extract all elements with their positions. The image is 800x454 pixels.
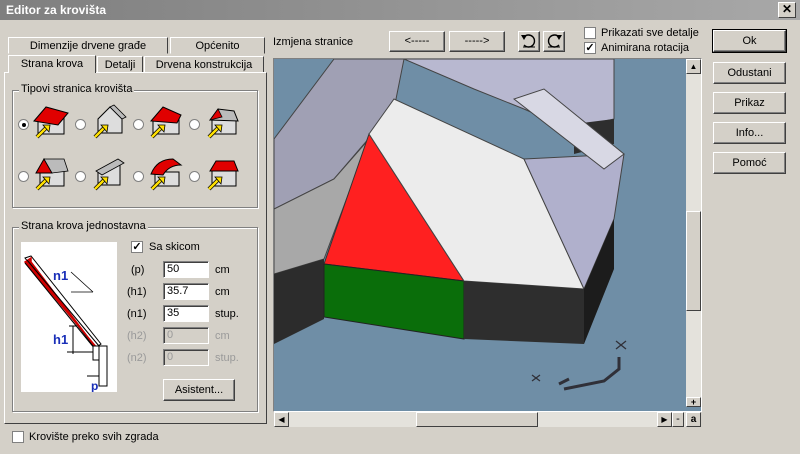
scroll-up-icon[interactable]: ▲ (686, 59, 701, 74)
sketch-label-h1: h1 (53, 332, 68, 347)
param-h1-unit: cm (215, 286, 230, 298)
roof-3d-view[interactable] (273, 58, 702, 412)
gable-end-wall-icon[interactable] (90, 103, 128, 139)
shed-side-icon[interactable] (90, 155, 128, 191)
prev-page-button[interactable]: <----- (389, 31, 445, 52)
roof-type-radio-6[interactable] (75, 171, 86, 182)
tab-label: Strana krova (20, 58, 84, 70)
param-p-field[interactable]: 50 (163, 261, 209, 278)
tab-detalji[interactable]: Detalji (97, 56, 143, 73)
param-n1-label: (n1) (127, 308, 147, 320)
roof-type-radio-4[interactable] (189, 119, 200, 130)
tab-label: Dimenzije drvene građe (29, 40, 147, 52)
roof-type-radio-8[interactable] (189, 171, 200, 182)
ok-button[interactable]: Ok (712, 29, 787, 53)
simple-side-legend: Strana krova jednostavna (19, 220, 148, 232)
roof-type-radio-3[interactable] (133, 119, 144, 130)
roof-types-legend: Tipovi stranica krovišta (19, 83, 135, 95)
page-change-label: Izmjena stranice (273, 36, 354, 48)
all-buildings-label: Krovište preko svih zgrada (29, 431, 159, 443)
scroll-right-icon[interactable]: ▶ (657, 412, 672, 427)
tab-drvena-konstrukcija[interactable]: Drvena konstrukcija (144, 56, 264, 73)
tab-dimenzije[interactable]: Dimenzije drvene građe (8, 37, 168, 54)
param-n2-field: 0 (163, 349, 209, 366)
horizontal-scrollbar[interactable]: ◀ ▶ (274, 412, 686, 427)
hip-roof-small-icon[interactable] (204, 103, 242, 139)
gable-roof-side-icon[interactable] (32, 103, 70, 139)
param-n1-field[interactable]: 35 (163, 305, 209, 322)
title-bar: Editor za krovišta ✕ (0, 0, 800, 20)
param-h2-unit: cm (215, 330, 230, 342)
tab-opcenito[interactable]: Općenito (170, 37, 265, 54)
rotate-right-icon (547, 34, 562, 48)
roof-type-radio-2[interactable] (75, 119, 86, 130)
tab-strana-krova[interactable]: Strana krova (8, 55, 96, 73)
close-icon[interactable]: ✕ (778, 2, 796, 18)
zoom-out-button[interactable]: - (672, 412, 684, 427)
scroll-left-icon[interactable]: ◀ (274, 412, 289, 427)
animated-rotation-checkbox[interactable]: ✓ (584, 42, 596, 54)
roof-3d-render (274, 59, 701, 411)
show-details-label: Prikazati sve detalje (601, 27, 699, 39)
roof-type-radio-5[interactable] (18, 171, 29, 182)
horizontal-scroll-thumb[interactable] (416, 412, 538, 427)
animated-rotation-label: Animirana rotacija (601, 42, 690, 54)
info-button[interactable]: Info... (713, 122, 786, 144)
roof-sketch: n1 h1 p (21, 242, 117, 392)
zoom-auto-button[interactable]: a (686, 412, 701, 427)
param-h1-label: (h1) (127, 286, 147, 298)
sketch-checkbox[interactable]: ✓ (131, 241, 143, 253)
param-p-label: (p) (131, 264, 145, 276)
sketch-label-n1: n1 (53, 268, 68, 283)
roof-type-radio-7[interactable] (133, 171, 144, 182)
roof-types-group: Tipovi stranica krovišta (12, 83, 258, 208)
show-button[interactable]: Prikaz (713, 92, 786, 114)
next-page-button[interactable]: -----> (449, 31, 505, 52)
cancel-button[interactable]: Odustani (713, 62, 786, 84)
hip-end-triangle-icon[interactable] (32, 155, 70, 191)
all-buildings-checkbox[interactable] (12, 431, 24, 443)
sketch-label-p: p (91, 379, 98, 392)
simple-side-group: Strana krova jednostavna n1 h1 p ✓ Sa sk… (12, 220, 258, 412)
tab-label: Detalji (104, 59, 136, 71)
rotate-left-icon (521, 34, 536, 48)
param-n1-unit: stup. (215, 308, 239, 320)
window-title: Editor za krovišta (6, 3, 107, 17)
tab-label: Općenito (195, 40, 240, 52)
dormer-roof-icon[interactable] (204, 155, 242, 191)
hip-roof-side-icon[interactable] (147, 103, 185, 139)
param-h2-label: (h2) (127, 330, 147, 342)
show-details-checkbox[interactable] (584, 27, 596, 39)
help-button[interactable]: Pomoć (713, 152, 786, 174)
zoom-in-button[interactable]: + (686, 397, 701, 407)
assistant-button[interactable]: Asistent... (163, 379, 235, 401)
param-h2-field: 0 (163, 327, 209, 344)
param-h1-field[interactable]: 35.7 (163, 283, 209, 300)
vertical-scroll-thumb[interactable] (686, 211, 701, 311)
vertical-scrollbar[interactable]: ▲ (686, 59, 701, 397)
sketch-checkbox-label: Sa skicom (149, 241, 200, 253)
tab-label: Drvena konstrukcija (155, 59, 253, 71)
param-p-unit: cm (215, 264, 230, 276)
rotate-left-button[interactable] (518, 31, 540, 52)
tab-panel: Tipovi stranica krovišta Strana krova je… (4, 72, 267, 424)
param-n2-label: (n2) (127, 352, 147, 364)
curved-roof-icon[interactable] (147, 155, 185, 191)
roof-type-radio-1[interactable] (18, 119, 29, 130)
param-n2-unit: stup. (215, 352, 239, 364)
rotate-right-button[interactable] (543, 31, 565, 52)
